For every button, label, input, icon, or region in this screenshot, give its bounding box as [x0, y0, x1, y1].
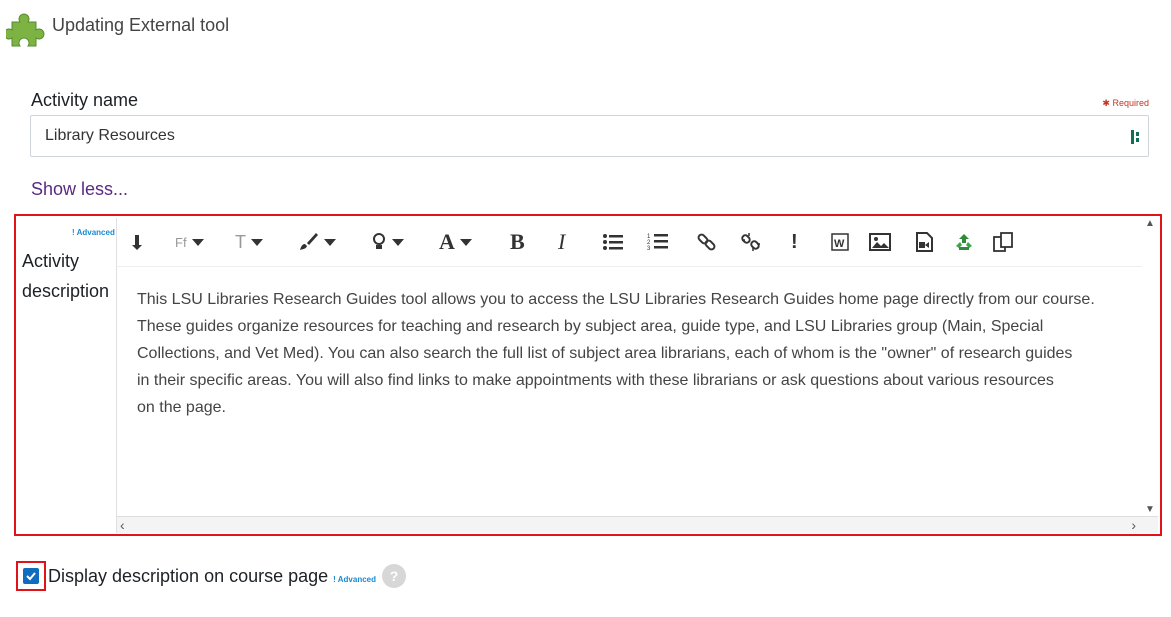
activity-description-section: ! Advanced Activity description Ff T A B… — [14, 214, 1162, 536]
bold-text: B — [510, 229, 525, 254]
svg-text:W: W — [834, 238, 845, 250]
description-line: in their specific areas. You will also f… — [137, 372, 1054, 389]
image-icon[interactable] — [869, 230, 891, 254]
page-title: Updating External tool — [52, 14, 230, 35]
page-header: Updating External tool — [6, 8, 229, 48]
scroll-right-icon[interactable]: › — [1131, 517, 1136, 533]
required-indicator: ✱ Required — [1102, 98, 1149, 108]
recycle-icon[interactable] — [955, 230, 973, 254]
scroll-down-icon[interactable]: ▼ — [1145, 504, 1155, 515]
editor-content[interactable]: This LSU Libraries Research Guides tool … — [137, 286, 1127, 421]
required-text: Required — [1112, 98, 1149, 108]
word-paste-icon[interactable]: W — [831, 230, 849, 254]
accessibility-checker-icon[interactable] — [1130, 129, 1142, 150]
rich-text-editor[interactable]: Ff T A B I 123 ! W This LSU Libraries Re… — [116, 218, 1158, 533]
unlink-icon[interactable] — [741, 230, 761, 254]
italic-icon[interactable]: I — [558, 229, 566, 254]
scroll-up-icon[interactable]: ▲ — [1145, 218, 1155, 229]
help-icon[interactable]: ? — [382, 564, 406, 588]
paint-brush-icon[interactable] — [297, 230, 336, 254]
numbered-list-icon[interactable]: 123 — [647, 230, 669, 254]
exclamation-icon[interactable]: ! — [791, 230, 798, 254]
horizontal-scrollbar[interactable]: ‹ › — [117, 516, 1158, 533]
font-family-text: Ff — [175, 234, 187, 250]
description-line: on the page. — [137, 399, 226, 416]
display-description-label[interactable]: Display description on course page — [48, 566, 328, 587]
font-size-text: T — [235, 231, 246, 252]
italic-text: I — [558, 229, 566, 254]
desc-label-line1: Activity — [22, 251, 80, 271]
bold-icon[interactable]: B — [510, 229, 525, 254]
editor-toolbar: Ff T A B I 123 ! W — [117, 218, 1143, 267]
puzzle-piece-icon — [6, 8, 46, 48]
exclamation-text: ! — [791, 230, 798, 253]
activity-name-label: Activity name — [31, 90, 139, 110]
font-size-icon[interactable]: T — [235, 230, 263, 254]
desc-label-line2: description — [22, 281, 110, 301]
activity-name-input[interactable]: Library Resources — [30, 115, 1149, 157]
description-line: Collections, and Vet Med). You can also … — [137, 345, 1073, 362]
show-less-link[interactable]: Show less... — [31, 179, 128, 200]
font-family-icon[interactable]: Ff — [175, 230, 204, 254]
activity-description-label: Activity description — [22, 246, 109, 306]
advanced-badge: ! Advanced — [333, 574, 376, 584]
display-description-checkbox[interactable] — [23, 568, 39, 584]
checkbox-highlight — [16, 561, 46, 591]
lightbulb-icon[interactable] — [371, 230, 404, 254]
font-color-text: A — [439, 229, 455, 254]
font-color-icon[interactable]: A — [439, 229, 472, 254]
copy-icon[interactable] — [993, 230, 1015, 254]
description-line: These guides organize resources for teac… — [137, 318, 1044, 335]
media-icon[interactable] — [915, 230, 933, 254]
paragraph-icon[interactable] — [131, 230, 145, 254]
vertical-scrollbar[interactable]: ▲ ▼ — [1142, 218, 1157, 518]
bullet-list-icon[interactable] — [602, 230, 624, 254]
activity-name-value: Library Resources — [45, 127, 175, 144]
advanced-badge: ! Advanced — [72, 228, 115, 237]
svg-text:3: 3 — [647, 246, 651, 252]
scroll-left-icon[interactable]: ‹ — [120, 517, 125, 533]
link-icon[interactable] — [697, 230, 717, 254]
description-line: This LSU Libraries Research Guides tool … — [137, 291, 1095, 308]
display-description-row: Display description on course page ! Adv… — [16, 560, 406, 592]
